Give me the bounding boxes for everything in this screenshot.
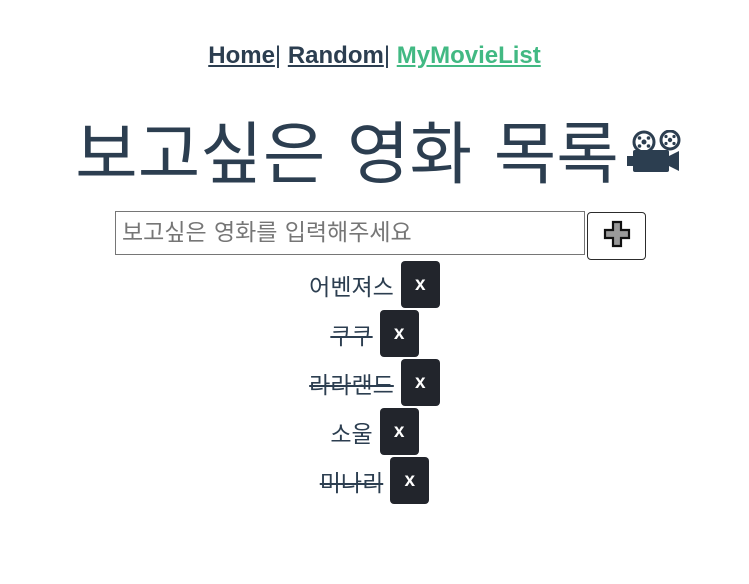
movie-title-input[interactable] <box>115 211 585 255</box>
movie-title[interactable]: 미나리 <box>320 464 383 498</box>
movie-title[interactable]: 라라랜드 <box>309 366 394 400</box>
list-item: 라라랜드 x <box>0 358 749 407</box>
list-item: 어벤져스 x <box>0 260 749 309</box>
list-item: 소울 x <box>0 407 749 456</box>
page-title-row: 보고싶은 영화 목록 <box>0 116 749 196</box>
delete-button[interactable]: x <box>400 359 440 406</box>
plus-icon <box>603 220 631 252</box>
movie-title[interactable]: 어벤져스 <box>309 268 394 302</box>
delete-button[interactable]: x <box>379 310 419 357</box>
page-title: 보고싶은 영화 목록 <box>75 116 619 195</box>
nav-separator: | <box>383 42 391 69</box>
movie-list: 어벤져스 x 쿠쿠 x 라라랜드 x 소울 x 미나리 x <box>0 260 749 505</box>
movie-projector-icon <box>626 114 685 194</box>
list-item: 미나리 x <box>0 456 749 505</box>
movie-title[interactable]: 쿠쿠 <box>330 317 372 351</box>
delete-button[interactable]: x <box>400 261 440 308</box>
nav-link-mymovielist[interactable]: MyMovieList <box>397 42 541 69</box>
list-item: 쿠쿠 x <box>0 309 749 358</box>
nav-link-random[interactable]: Random <box>288 42 384 69</box>
movie-title[interactable]: 소울 <box>330 415 372 449</box>
add-movie-button[interactable] <box>587 212 646 260</box>
nav-link-home[interactable]: Home <box>208 42 275 69</box>
nav-separator: | <box>274 42 282 69</box>
app-root: Home| Random| MyMovieList 보고싶은 영화 목록 보고싶… <box>0 0 749 584</box>
delete-button[interactable]: x <box>379 408 419 455</box>
top-nav: Home| Random| MyMovieList <box>0 42 749 70</box>
delete-button[interactable]: x <box>390 457 430 504</box>
